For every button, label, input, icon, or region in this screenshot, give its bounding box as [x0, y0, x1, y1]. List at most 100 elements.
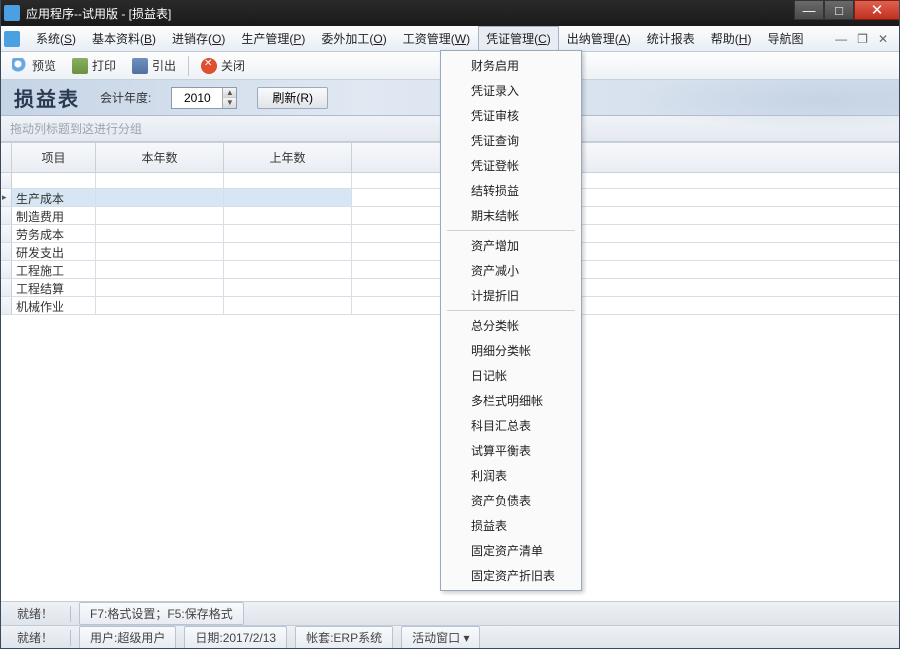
cell-last-year[interactable] — [224, 279, 352, 296]
cell-last-year[interactable] — [224, 243, 352, 260]
menu-separator — [447, 310, 575, 311]
cell-item[interactable]: 制造费用 — [12, 207, 96, 224]
dropdown-item[interactable]: 资产减小 — [443, 258, 579, 283]
status-active-window[interactable]: 活动窗口 ▾ — [401, 626, 480, 649]
menu-item[interactable]: 工资管理(W) — [395, 26, 478, 51]
status-separator — [70, 630, 71, 646]
close-button[interactable]: 关闭 — [195, 55, 251, 76]
dropdown-item[interactable]: 计提折旧 — [443, 283, 579, 308]
year-up-icon[interactable]: ▲ — [222, 88, 236, 98]
refresh-button[interactable]: 刷新(R) — [257, 87, 328, 109]
status-bar-1: 就绪！ F7:格式设置；F5:保存格式 — [0, 601, 900, 625]
status-separator — [70, 606, 71, 622]
menu-item[interactable]: 凭证管理(C) — [478, 26, 559, 51]
cell-this-year[interactable] — [96, 279, 224, 296]
window-controls: — □ ✕ — [794, 0, 900, 20]
menu-item[interactable]: 委外加工(O) — [313, 26, 394, 51]
cell-item[interactable]: 工程结算 — [12, 279, 96, 296]
dropdown-item[interactable]: 固定资产折旧表 — [443, 563, 579, 588]
mdi-minimize-icon[interactable]: — — [835, 32, 847, 46]
row-indicator — [0, 279, 12, 296]
cell-last-year[interactable] — [224, 261, 352, 278]
menu-item[interactable]: 基本资料(B) — [84, 26, 164, 51]
row-indicator-header — [0, 143, 12, 172]
filter-cell[interactable] — [12, 173, 96, 188]
dropdown-item[interactable]: 利润表 — [443, 463, 579, 488]
export-label: 引出 — [152, 57, 176, 74]
dropdown-item[interactable]: 固定资产清单 — [443, 538, 579, 563]
year-input[interactable] — [172, 91, 222, 105]
year-down-icon[interactable]: ▼ — [222, 98, 236, 108]
dropdown-item[interactable]: 期末结帐 — [443, 203, 579, 228]
cell-item[interactable]: 研发支出 — [12, 243, 96, 260]
filter-cell[interactable] — [96, 173, 224, 188]
dropdown-item[interactable]: 凭证录入 — [443, 78, 579, 103]
menu-item[interactable]: 出纳管理(A) — [559, 26, 639, 51]
cell-this-year[interactable] — [96, 243, 224, 260]
print-button[interactable]: 打印 — [66, 55, 122, 76]
mdi-restore-icon[interactable]: ❐ — [857, 32, 868, 46]
close-label: 关闭 — [221, 57, 245, 74]
dropdown-item[interactable]: 明细分类帐 — [443, 338, 579, 363]
dropdown-item[interactable]: 多栏式明细帐 — [443, 388, 579, 413]
mdi-close-icon[interactable]: ✕ — [878, 32, 888, 46]
dropdown-item[interactable]: 科目汇总表 — [443, 413, 579, 438]
status-date: 日期:2017/2/13 — [184, 626, 287, 649]
menu-item[interactable]: 生产管理(P) — [233, 26, 313, 51]
menu-item[interactable]: 统计报表 — [639, 26, 703, 51]
cell-this-year[interactable] — [96, 297, 224, 314]
status-bar-2: 就绪！ 用户:超级用户 日期:2017/2/13 帐套:ERP系统 活动窗口 ▾ — [0, 625, 900, 649]
status-user: 用户:超级用户 — [79, 626, 176, 649]
cell-this-year[interactable] — [96, 207, 224, 224]
dropdown-item[interactable]: 结转损益 — [443, 178, 579, 203]
year-label: 会计年度: — [100, 89, 151, 106]
dropdown-item[interactable]: 损益表 — [443, 513, 579, 538]
cell-last-year[interactable] — [224, 297, 352, 314]
cell-last-year[interactable] — [224, 225, 352, 242]
dropdown-item[interactable]: 凭证查询 — [443, 128, 579, 153]
row-indicator — [0, 225, 12, 242]
cell-item[interactable]: 工程施工 — [12, 261, 96, 278]
status-ready: 就绪！ — [8, 602, 62, 625]
row-indicator — [0, 207, 12, 224]
cell-this-year[interactable] — [96, 189, 224, 206]
status-hint: F7:格式设置；F5:保存格式 — [79, 602, 244, 625]
menu-item[interactable]: 帮助(H) — [703, 26, 760, 51]
dropdown-item[interactable]: 凭证登帐 — [443, 153, 579, 178]
preview-icon — [12, 58, 28, 74]
menu-items: 系统(S)基本资料(B)进销存(O)生产管理(P)委外加工(O)工资管理(W)凭… — [28, 26, 811, 51]
cell-item[interactable]: 生产成本 — [12, 189, 96, 206]
export-icon — [132, 58, 148, 74]
filter-cell[interactable] — [224, 173, 352, 188]
close-window-button[interactable]: ✕ — [854, 0, 900, 20]
cell-last-year[interactable] — [224, 207, 352, 224]
dropdown-item[interactable]: 资产增加 — [443, 233, 579, 258]
row-indicator — [0, 173, 12, 188]
col-header-1[interactable]: 本年数 — [96, 143, 224, 172]
app-icon — [4, 5, 20, 21]
cell-this-year[interactable] — [96, 225, 224, 242]
menu-separator — [447, 230, 575, 231]
dropdown-item[interactable]: 日记帐 — [443, 363, 579, 388]
cell-last-year[interactable] — [224, 189, 352, 206]
menu-item[interactable]: 进销存(O) — [164, 26, 233, 51]
dropdown-item[interactable]: 资产负债表 — [443, 488, 579, 513]
preview-label: 预览 — [32, 57, 56, 74]
col-header-0[interactable]: 项目 — [12, 143, 96, 172]
cell-this-year[interactable] — [96, 261, 224, 278]
maximize-button[interactable]: □ — [824, 0, 854, 20]
cell-item[interactable]: 机械作业 — [12, 297, 96, 314]
preview-button[interactable]: 预览 — [6, 55, 62, 76]
dropdown-item[interactable]: 财务启用 — [443, 53, 579, 78]
status-ready-2: 就绪！ — [8, 626, 62, 649]
cell-item[interactable]: 劳务成本 — [12, 225, 96, 242]
dropdown-item[interactable]: 总分类帐 — [443, 313, 579, 338]
year-picker[interactable]: ▲ ▼ — [171, 87, 237, 109]
col-header-2[interactable]: 上年数 — [224, 143, 352, 172]
dropdown-item[interactable]: 凭证审核 — [443, 103, 579, 128]
dropdown-item[interactable]: 试算平衡表 — [443, 438, 579, 463]
minimize-button[interactable]: — — [794, 0, 824, 20]
menu-item[interactable]: 导航图 — [759, 26, 811, 51]
export-button[interactable]: 引出 — [126, 55, 182, 76]
menu-item[interactable]: 系统(S) — [28, 26, 84, 51]
